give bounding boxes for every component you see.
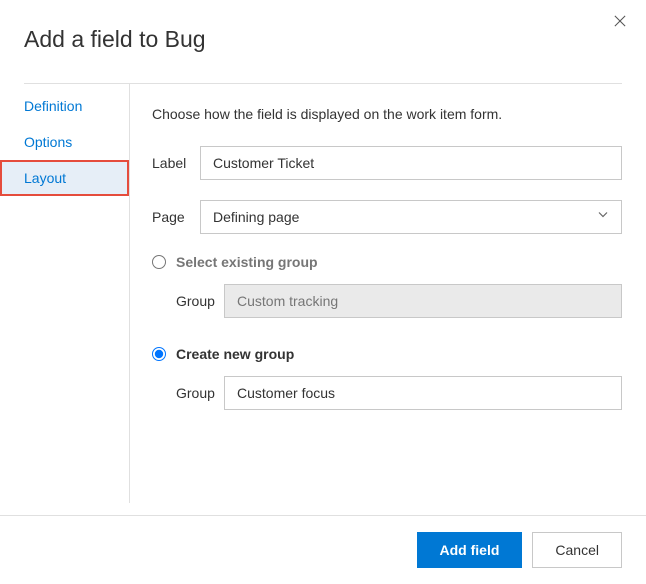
page-row: Page [152,200,622,234]
tab-definition[interactable]: Definition [0,88,129,124]
cancel-button[interactable]: Cancel [532,532,622,568]
new-group-radio-label: Create new group [176,346,294,362]
label-row: Label [152,146,622,180]
existing-group-label: Group [176,293,224,309]
page-field-label: Page [152,209,200,225]
layout-panel: Choose how the field is displayed on the… [130,84,646,503]
page-select[interactable] [200,200,622,234]
new-group-input[interactable] [224,376,622,410]
new-group-label: Group [176,385,224,401]
existing-group-radio[interactable] [152,255,166,269]
page-select-input[interactable] [200,200,622,234]
dialog-footer: Add field Cancel [0,515,646,584]
panel-description: Choose how the field is displayed on the… [152,106,622,122]
dialog-title: Add a field to Bug [0,0,646,83]
existing-group-input [224,284,622,318]
existing-group-radio-label: Select existing group [176,254,318,270]
close-icon [614,14,626,30]
add-field-button[interactable]: Add field [417,532,523,568]
label-field-label: Label [152,155,200,171]
new-group-radio[interactable] [152,347,166,361]
close-button[interactable] [608,10,632,34]
existing-group-row: Group [176,284,622,318]
dialog-content: Definition Options Layout Choose how the… [0,84,646,503]
tab-options[interactable]: Options [0,124,129,160]
existing-group-radio-row: Select existing group [152,254,622,270]
add-field-dialog: Add a field to Bug Definition Options La… [0,0,646,584]
label-input[interactable] [200,146,622,180]
new-group-radio-row: Create new group [152,346,622,362]
new-group-row: Group [176,376,622,410]
tab-layout[interactable]: Layout [0,160,129,196]
tabs-nav: Definition Options Layout [0,84,130,503]
